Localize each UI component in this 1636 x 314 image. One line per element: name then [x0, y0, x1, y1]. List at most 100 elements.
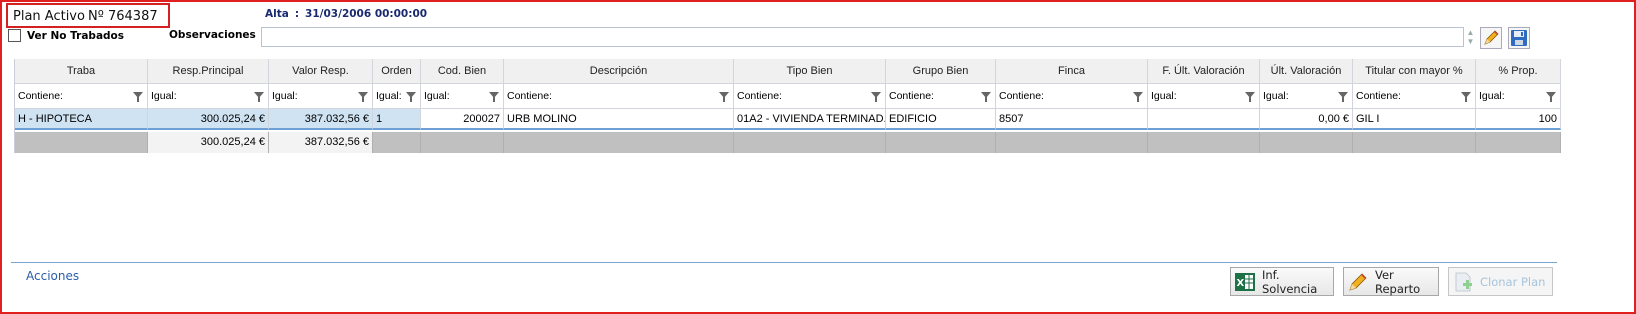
total-cell-tipo-bien	[734, 132, 886, 153]
observaciones-label: Observaciones	[169, 29, 256, 41]
cell-resp-principal[interactable]: 300.025,24 €	[148, 109, 269, 130]
edit-button[interactable]	[1480, 27, 1502, 49]
column-header-pct-prop-text: % Prop.	[1498, 65, 1538, 77]
filter-cell-valor-resp-text: Igual:	[272, 90, 298, 102]
filter-cell-pct-prop-text: Igual:	[1479, 90, 1505, 102]
ver-reparto-button[interactable]: Ver Reparto	[1343, 267, 1439, 296]
filter-cell-orden-text: Igual:	[376, 90, 402, 102]
filter-icon[interactable]	[981, 92, 991, 102]
column-header-resp-principal[interactable]: Resp.Principal	[148, 59, 269, 84]
column-header-descripcion[interactable]: Descripción	[504, 59, 734, 84]
total-cell-grupo-bien	[886, 132, 996, 153]
total-cell-f-ult-valoracion	[1148, 132, 1260, 153]
cell-tipo-bien[interactable]: 01A2 - VIVIENDA TERMINAD...	[734, 109, 886, 130]
filter-cell-resp-principal[interactable]: Igual:	[148, 84, 269, 109]
cell-valor-resp[interactable]: 387.032,56 €	[269, 109, 373, 130]
filter-cell-pct-prop[interactable]: Igual:	[1476, 84, 1561, 109]
cell-cod-bien[interactable]: 200027	[421, 109, 504, 130]
pencil-icon	[1347, 271, 1369, 293]
inf-solvencia-button[interactable]: X Inf. Solvencia	[1230, 267, 1334, 296]
observaciones-input[interactable]	[261, 27, 1464, 47]
column-header-finca-text: Finca	[1058, 65, 1085, 77]
totals-row: 300.025,24 € 387.032,56 €	[15, 132, 1561, 153]
filter-cell-descripcion[interactable]: Contiene:	[504, 84, 734, 109]
filter-cell-grupo-bien-text: Contiene:	[889, 90, 934, 102]
filter-cell-ult-valoracion[interactable]: Igual:	[1260, 84, 1353, 109]
total-cell-descripcion	[504, 132, 734, 153]
filter-cell-traba-text: Contiene:	[18, 90, 63, 102]
filter-cell-ult-valoracion-text: Igual:	[1263, 90, 1289, 102]
spin-down-icon[interactable]: ▼	[1465, 37, 1476, 46]
column-header-traba-text: Traba	[66, 65, 96, 77]
total-cell-resp-principal-text: 300.025,24 €	[200, 136, 265, 148]
filter-cell-finca-text: Contiene:	[999, 90, 1044, 102]
table-row[interactable]: H - HIPOTECA 300.025,24 € 387.032,56 € 1 200…	[15, 109, 1561, 130]
cell-orden-text: 1	[376, 113, 383, 125]
filter-cell-grupo-bien[interactable]: Contiene:	[886, 84, 996, 109]
column-header-grupo-bien[interactable]: Grupo Bien	[886, 59, 996, 84]
filter-icon[interactable]	[489, 92, 499, 102]
ver-no-trabados-label[interactable]: Ver No Trabados	[27, 30, 124, 42]
cell-pct-prop[interactable]: 100	[1476, 109, 1561, 130]
cell-titular[interactable]: GIL I	[1353, 109, 1476, 130]
plan-number: Nº 764387	[88, 9, 158, 24]
filter-icon[interactable]	[1245, 92, 1255, 102]
filter-cell-orden[interactable]: Igual:	[373, 84, 421, 109]
filter-icon[interactable]	[1546, 92, 1556, 102]
filter-cell-traba[interactable]: Contiene:	[15, 84, 148, 109]
filter-icon[interactable]	[871, 92, 881, 102]
total-cell-finca	[996, 132, 1148, 153]
column-header-tipo-bien[interactable]: Tipo Bien	[734, 59, 886, 84]
clonar-plan-label: Clonar Plan	[1480, 274, 1546, 289]
cell-finca[interactable]: 8507	[996, 109, 1148, 130]
cell-pct-prop-text: 100	[1538, 113, 1557, 125]
alta-info: Alta:31/03/2006 00:00:00	[265, 8, 427, 20]
ver-no-trabados-checkbox[interactable]	[8, 29, 21, 42]
filter-cell-valor-resp[interactable]: Igual:	[269, 84, 373, 109]
filter-icon[interactable]	[1461, 92, 1471, 102]
filter-icon[interactable]	[358, 92, 368, 102]
column-header-valor-resp[interactable]: Valor Resp.	[269, 59, 373, 84]
column-header-traba[interactable]: Traba	[15, 59, 148, 84]
filter-icon[interactable]	[254, 92, 264, 102]
filter-icon[interactable]	[719, 92, 729, 102]
column-header-titular[interactable]: Titular con mayor %	[1353, 59, 1476, 84]
cell-traba[interactable]: H - HIPOTECA	[15, 109, 148, 130]
filter-icon[interactable]	[1338, 92, 1348, 102]
cell-finca-text: 8507	[999, 113, 1024, 125]
planes-grid[interactable]: Traba Resp.Principal Valor Resp. Orden Cod. …	[14, 59, 1626, 153]
filter-cell-finca[interactable]: Contiene:	[996, 84, 1148, 109]
column-header-f-ult-valoracion-text: F. Últ. Valoración	[1162, 65, 1245, 77]
filter-cell-tipo-bien[interactable]: Contiene:	[734, 84, 886, 109]
column-header-finca[interactable]: Finca	[996, 59, 1148, 84]
cell-descripcion[interactable]: URB MOLINO	[504, 109, 734, 130]
cell-ult-valoracion[interactable]: 0,00 €	[1260, 109, 1353, 130]
filter-icon[interactable]	[133, 92, 143, 102]
column-header-resp-principal-text: Resp.Principal	[172, 65, 244, 77]
cell-orden[interactable]: 1	[373, 109, 421, 130]
acciones-label[interactable]: Acciones	[26, 269, 79, 283]
filter-cell-f-ult-valoracion[interactable]: Igual:	[1148, 84, 1260, 109]
filter-icon[interactable]	[406, 92, 416, 102]
column-header-cod-bien[interactable]: Cod. Bien	[421, 59, 504, 84]
cell-f-ult-valoracion[interactable]	[1148, 109, 1260, 130]
excel-icon: X	[1234, 271, 1256, 293]
filter-cell-titular[interactable]: Contiene:	[1353, 84, 1476, 109]
column-header-cod-bien-text: Cod. Bien	[437, 65, 487, 77]
column-header-f-ult-valoracion[interactable]: F. Últ. Valoración	[1148, 59, 1260, 84]
cell-grupo-bien[interactable]: EDIFICIO	[886, 109, 996, 130]
clonar-plan-button[interactable]: Clonar Plan	[1448, 267, 1553, 296]
column-header-ult-valoracion[interactable]: Últ. Valoración	[1260, 59, 1353, 84]
total-cell-titular	[1353, 132, 1476, 153]
cell-resp-principal-text: 300.025,24 €	[200, 113, 265, 125]
column-header-orden[interactable]: Orden	[373, 59, 421, 84]
spin-up-icon[interactable]: ▲	[1465, 28, 1476, 37]
total-cell-traba	[15, 132, 148, 153]
filter-cell-cod-bien[interactable]: Igual:	[421, 84, 504, 109]
total-cell-ult-valoracion	[1260, 132, 1353, 153]
observaciones-spinner[interactable]: ▲ ▼	[1465, 28, 1476, 47]
filter-icon[interactable]	[1133, 92, 1143, 102]
alta-separator: :	[294, 8, 300, 20]
column-header-pct-prop[interactable]: % Prop.	[1476, 59, 1561, 84]
save-button[interactable]	[1508, 27, 1530, 49]
